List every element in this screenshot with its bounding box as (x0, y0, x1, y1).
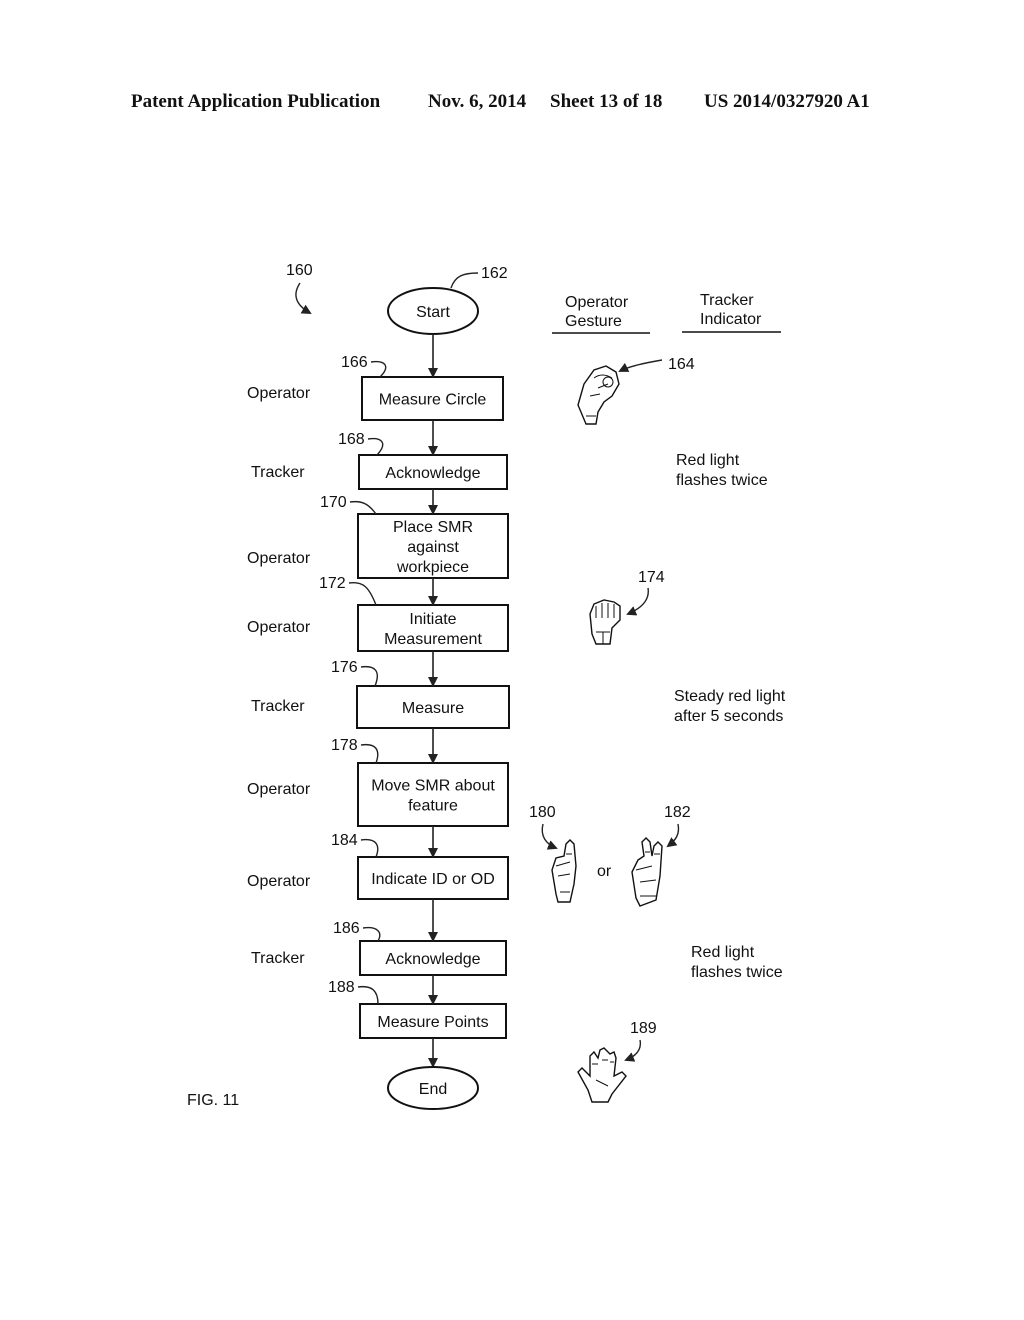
actor-label: Operator (247, 385, 311, 402)
step-label: workpiece (396, 559, 469, 576)
indicator-1-line2: flashes twice (676, 472, 768, 489)
ref-leader-162 (450, 272, 479, 289)
flow-step: Measure Points 188 (328, 979, 507, 1039)
ref-label-164: 164 (668, 356, 695, 373)
indicator-3-line2: flashes twice (691, 964, 783, 981)
step-label: Indicate ID or OD (371, 871, 495, 888)
step-label: Initiate (409, 611, 456, 628)
step-label: Measure (402, 700, 464, 717)
ref-label-180: 180 (529, 804, 556, 821)
step-label: Acknowledge (385, 951, 480, 968)
ref-label-160: 160 (286, 262, 313, 279)
step-ref-label: 184 (331, 832, 358, 849)
actor-label: Operator (247, 781, 311, 798)
step-ref-label: 172 (319, 575, 346, 592)
patent-sheet: Patent Application Publication Nov. 6, 2… (131, 91, 870, 1110)
flow-step: Acknowledge Tracker 168 (251, 431, 508, 490)
actor-label: Tracker (251, 698, 305, 715)
patent-number: US 2014/0327920 A1 (704, 91, 870, 112)
step-ref-leader (362, 926, 381, 942)
flow-step: Indicate ID or OD Operator 184 (247, 832, 509, 900)
step-label: Move SMR about (371, 778, 495, 795)
ref-label-174: 174 (638, 569, 665, 586)
end-label: End (419, 1081, 447, 1098)
ref-label-162: 162 (481, 265, 508, 282)
step-label: Measure Circle (379, 392, 487, 409)
step-ref-leader (360, 743, 379, 764)
flowchart-steps: Measure Circle Operator 166 Acknowledge Trac… (247, 354, 510, 1039)
indicator-3-line1: Red light (691, 944, 755, 961)
start-label: Start (416, 304, 450, 321)
flow-step: Place SMR against workpiece Operator 170 (247, 494, 509, 579)
step-ref-label: 188 (328, 979, 355, 996)
one-finger-hand-icon (551, 839, 577, 903)
actor-label: Operator (247, 550, 311, 567)
ref-arrow-180 (541, 823, 558, 850)
ref-arrow-189 (624, 1039, 642, 1062)
step-ref-leader (360, 838, 379, 858)
ok-circle-hand-icon (577, 365, 620, 425)
col-header-operator-line1: Operator (565, 294, 629, 311)
indicator-2-line1: Steady red light (674, 688, 786, 705)
sheet-number: Sheet 13 of 18 (550, 91, 662, 112)
step-ref-leader (370, 360, 387, 378)
figure-label: FIG. 11 (187, 1092, 239, 1109)
col-header-tracker-line1: Tracker (700, 292, 754, 309)
col-header-operator-line2: Gesture (565, 313, 622, 330)
step-ref-leader (357, 985, 379, 1005)
ref-arrow-182 (666, 823, 680, 848)
ref-arrow-174 (626, 587, 649, 616)
flow-step: Move SMR about feature Operator 178 (247, 737, 509, 827)
fist-hand-icon (589, 599, 621, 645)
step-ref-label: 186 (333, 920, 360, 937)
indicator-1-line1: Red light (676, 452, 740, 469)
ref-arrow-164 (618, 359, 663, 372)
step-ref-leader (367, 437, 384, 456)
step-label: Measurement (384, 631, 482, 648)
step-box (357, 762, 509, 827)
publication-title: Patent Application Publication (131, 91, 381, 112)
ref-label-182: 182 (664, 804, 691, 821)
step-ref-label: 176 (331, 659, 358, 676)
or-label: or (597, 863, 612, 880)
col-header-tracker-line2: Indicator (700, 311, 762, 328)
flow-step: Initiate Measurement Operator 172 (247, 575, 509, 652)
step-label: feature (408, 798, 458, 815)
step-ref-leader (348, 581, 377, 606)
actor-label: Tracker (251, 464, 305, 481)
step-ref-label: 170 (320, 494, 347, 511)
indicator-2-line2: after 5 seconds (674, 708, 783, 725)
step-ref-label: 178 (331, 737, 358, 754)
actor-label: Operator (247, 619, 311, 636)
step-ref-label: 168 (338, 431, 365, 448)
flow-step: Acknowledge Tracker 186 (251, 920, 507, 976)
step-label: Measure Points (377, 1014, 488, 1031)
step-ref-leader (360, 665, 379, 687)
step-label: against (407, 539, 459, 556)
step-label: Acknowledge (385, 465, 480, 482)
step-label: Place SMR (393, 519, 473, 536)
open-palm-hand-icon (577, 1047, 627, 1103)
actor-label: Tracker (251, 950, 305, 967)
publication-date: Nov. 6, 2014 (428, 91, 527, 112)
ref-label-189: 189 (630, 1020, 657, 1037)
two-finger-hand-icon (631, 837, 663, 907)
step-ref-label: 166 (341, 354, 368, 371)
actor-label: Operator (247, 873, 311, 890)
step-ref-leader (349, 500, 377, 515)
flow-step: Measure Circle Operator 166 (247, 354, 504, 421)
ref-arrow-160 (295, 282, 312, 314)
flow-step: Measure Tracker 176 (251, 659, 510, 729)
